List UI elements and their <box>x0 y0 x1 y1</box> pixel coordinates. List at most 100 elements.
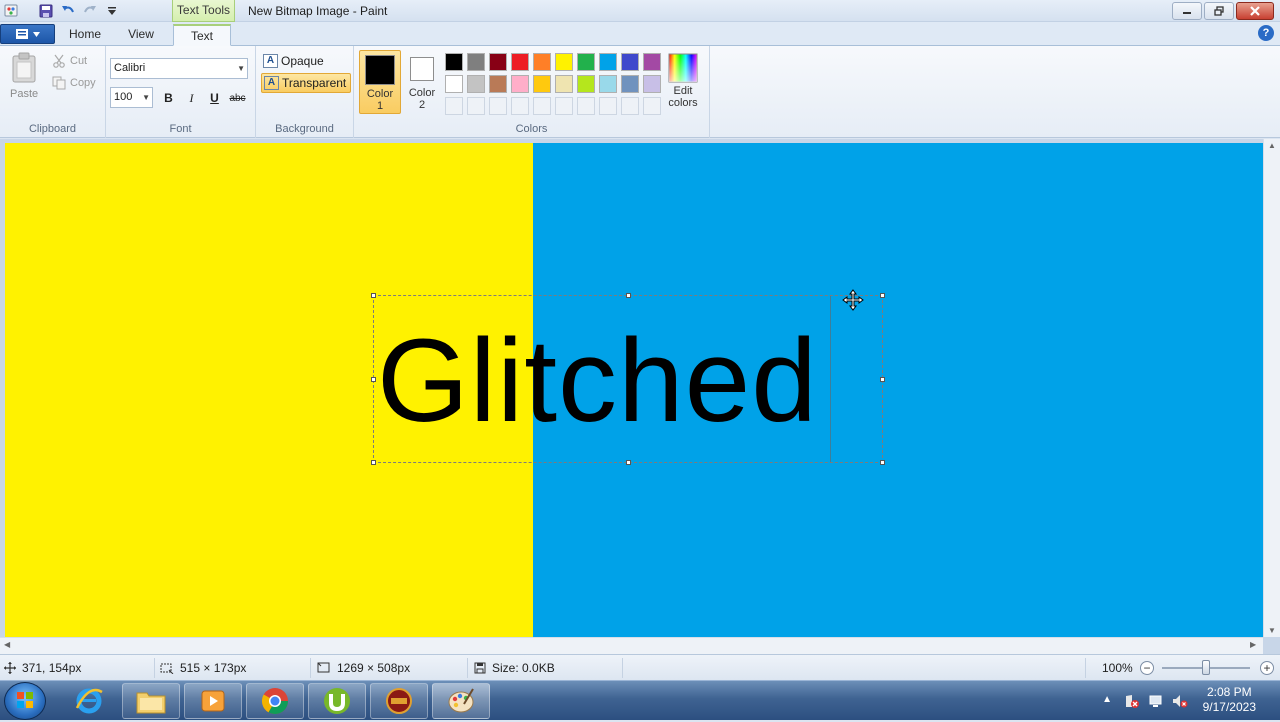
opaque-option[interactable]: A Opaque <box>261 51 328 71</box>
color1-button[interactable]: Color 1 <box>359 50 401 114</box>
minimize-button[interactable] <box>1172 2 1202 20</box>
edit-colors-button[interactable]: Edit colors <box>666 53 700 109</box>
transparent-option[interactable]: A Transparent <box>261 73 352 93</box>
resize-handle-nw[interactable] <box>371 293 376 298</box>
color2-button[interactable]: Color 2 <box>401 50 443 114</box>
resize-handle-se[interactable] <box>880 460 885 465</box>
resize-handle-ne[interactable] <box>880 293 885 298</box>
taskbar: ▲ 2:08 PM 9/17/2023 <box>0 680 1280 720</box>
palette-empty-slot[interactable] <box>599 97 617 115</box>
palette-empty-slot[interactable] <box>445 97 463 115</box>
palette-empty-slot[interactable] <box>621 97 639 115</box>
palette-empty-slot[interactable] <box>467 97 485 115</box>
palette-swatch[interactable] <box>489 75 507 93</box>
palette-swatch[interactable] <box>643 75 661 93</box>
paste-button[interactable]: Paste <box>10 52 38 100</box>
font-family-select[interactable]: Calibri ▼ <box>110 58 248 79</box>
vertical-scrollbar[interactable]: ▲ ▼ <box>1263 139 1280 637</box>
network-icon[interactable] <box>1148 693 1164 712</box>
palette-empty-slot[interactable] <box>489 97 507 115</box>
text-tools-context-label: Text Tools <box>172 0 235 22</box>
opaque-label: Opaque <box>281 54 324 68</box>
taskbar-paint[interactable] <box>432 683 490 719</box>
game-icon <box>386 688 412 714</box>
zoom-out-button[interactable]: − <box>1140 661 1154 675</box>
palette-swatch[interactable] <box>489 53 507 71</box>
palette-empty-slot[interactable] <box>511 97 529 115</box>
palette-empty-slot[interactable] <box>577 97 595 115</box>
zoom-in-button[interactable]: + <box>1260 661 1274 675</box>
cut-button[interactable]: Cut <box>52 51 87 71</box>
clipboard-group: Paste Cut Copy Clipboard <box>0 46 106 138</box>
palette-empty-slot[interactable] <box>643 97 661 115</box>
underline-button[interactable]: U <box>204 88 225 109</box>
action-center-icon[interactable] <box>1124 693 1140 712</box>
palette-swatch[interactable] <box>599 53 617 71</box>
volume-muted-icon[interactable] <box>1172 693 1188 712</box>
background-group-label: Background <box>275 123 334 135</box>
palette-swatch[interactable] <box>533 75 551 93</box>
palette-empty-slot[interactable] <box>533 97 551 115</box>
copy-button[interactable]: Copy <box>52 73 96 93</box>
palette-swatch[interactable] <box>467 53 485 71</box>
help-icon[interactable]: ? <box>1258 25 1274 41</box>
taskbar-internet-explorer[interactable] <box>60 683 118 719</box>
palette-swatch[interactable] <box>533 53 551 71</box>
redo-icon[interactable] <box>82 3 98 19</box>
tab-view[interactable]: View <box>115 24 167 46</box>
scroll-down-icon[interactable]: ▼ <box>1264 626 1280 635</box>
taskbar-media-player[interactable] <box>184 683 242 719</box>
clock-date: 9/17/2023 <box>1202 700 1256 714</box>
close-button[interactable] <box>1236 2 1274 20</box>
taskbar-game[interactable] <box>370 683 428 719</box>
text-box[interactable]: Glitched <box>371 293 885 465</box>
scroll-right-icon[interactable]: ▶ <box>1250 640 1256 649</box>
resize-handle-n[interactable] <box>626 293 631 298</box>
paint-palette-icon <box>448 688 474 713</box>
font-size-select[interactable]: 100 ▼ <box>110 87 153 108</box>
taskbar-utorrent[interactable] <box>308 683 366 719</box>
palette-empty-slot[interactable] <box>555 97 573 115</box>
palette-swatch[interactable] <box>599 75 617 93</box>
paint-menu-button[interactable] <box>0 24 55 44</box>
resize-handle-s[interactable] <box>626 460 631 465</box>
palette-swatch[interactable] <box>621 53 639 71</box>
palette-swatch[interactable] <box>577 75 595 93</box>
copy-icon <box>52 76 66 90</box>
zoom-slider-thumb[interactable] <box>1202 660 1210 675</box>
palette-swatch[interactable] <box>511 53 529 71</box>
chevron-down-icon: ▼ <box>142 93 150 102</box>
tab-home[interactable]: Home <box>60 24 110 46</box>
italic-button[interactable]: I <box>181 88 202 109</box>
paint-app-icon[interactable] <box>4 3 20 19</box>
palette-swatch[interactable] <box>467 75 485 93</box>
show-hidden-icons-icon[interactable]: ▲ <box>1102 694 1112 705</box>
scroll-left-icon[interactable]: ◀ <box>4 640 10 649</box>
palette-swatch[interactable] <box>577 53 595 71</box>
palette-swatch[interactable] <box>511 75 529 93</box>
palette-swatch[interactable] <box>621 75 639 93</box>
customize-qat-icon[interactable] <box>104 3 120 19</box>
scroll-up-icon[interactable]: ▲ <box>1264 141 1280 150</box>
palette-swatch[interactable] <box>445 75 463 93</box>
palette-swatch[interactable] <box>555 75 573 93</box>
clock[interactable]: 2:08 PM 9/17/2023 <box>1203 685 1256 715</box>
undo-icon[interactable] <box>60 3 76 19</box>
restore-button[interactable] <box>1204 2 1234 20</box>
horizontal-scrollbar[interactable]: ◀ ▶ <box>0 637 1263 654</box>
strikethrough-button[interactable]: abc <box>227 88 248 109</box>
palette-swatch[interactable] <box>643 53 661 71</box>
palette-swatch[interactable] <box>555 53 573 71</box>
resize-handle-w[interactable] <box>371 377 376 382</box>
palette-swatch[interactable] <box>445 53 463 71</box>
resize-handle-e[interactable] <box>880 377 885 382</box>
taskbar-chrome[interactable] <box>246 683 304 719</box>
image-size-value: 1269 × 508px <box>337 661 411 675</box>
start-button[interactable] <box>4 682 46 720</box>
tab-text[interactable]: Text <box>173 24 231 46</box>
canvas-text[interactable]: Glitched <box>377 316 818 446</box>
taskbar-file-explorer[interactable] <box>122 683 180 719</box>
resize-handle-sw[interactable] <box>371 460 376 465</box>
save-icon[interactable] <box>38 3 54 19</box>
bold-button[interactable]: B <box>158 88 179 109</box>
